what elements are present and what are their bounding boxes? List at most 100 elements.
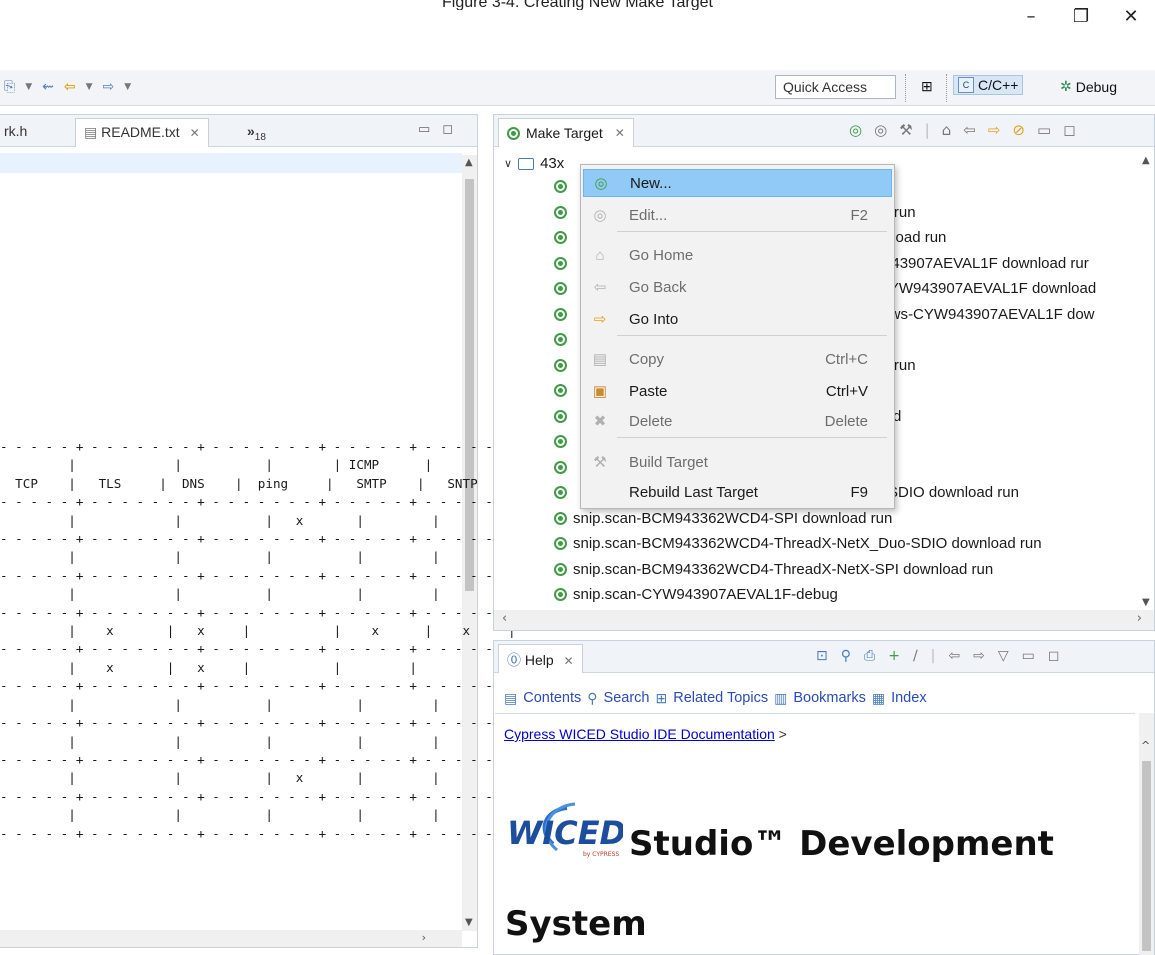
menu-item-shortcut: Delete: [824, 412, 868, 430]
scroll-thumb[interactable]: [1142, 761, 1151, 951]
chevron-down-icon[interactable]: ∨: [504, 157, 512, 170]
dropdown-icon[interactable]: ▼: [25, 82, 32, 92]
scroll-down-icon[interactable]: ▼: [1142, 597, 1150, 608]
toolbar-separator: [946, 74, 948, 102]
menu-item-go-back[interactable]: ⇦ Go Back: [583, 273, 892, 301]
breadcrumb-link[interactable]: Cypress WICED Studio IDE Documentation: [504, 726, 775, 742]
tab-readme[interactable]: ▤ README.txt ✕: [75, 118, 209, 147]
scroll-down-icon[interactable]: ▼: [465, 917, 473, 928]
target-vertical-scrollbar[interactable]: ▲ ▼: [1139, 153, 1154, 611]
nav-search[interactable]: Search: [604, 690, 650, 707]
help-vertical-scrollbar[interactable]: ^: [1139, 713, 1154, 955]
scroll-up-icon[interactable]: ^: [1141, 739, 1150, 752]
filter-icon[interactable]: ⊘: [1012, 121, 1025, 139]
tab-help[interactable]: ⓪ Help ✕: [498, 644, 583, 673]
highlight-icon[interactable]: ∕: [913, 648, 918, 664]
editor-panel-controls: ▭ ◻: [418, 122, 453, 137]
nav-contents[interactable]: Contents: [523, 690, 581, 707]
quick-access-field[interactable]: Quick Access: [775, 75, 896, 99]
target-row[interactable]: snip.scan-BCM943362WCD4-ThreadX-NetX-SPI…: [504, 557, 1134, 583]
make-target-icon: [554, 231, 567, 245]
menu-item-label: Build Target: [629, 453, 708, 471]
menu-separator: [617, 437, 887, 438]
minimize-panel-icon[interactable]: ▭: [418, 122, 430, 137]
menu-item-rebuild-last-target[interactable]: Rebuild Last Target F9: [583, 478, 892, 506]
make-target-icon: [554, 460, 567, 474]
make-target-icon: [554, 511, 567, 525]
back-arrow-icon[interactable]: ⇦: [948, 648, 960, 664]
edit-target-icon[interactable]: ◎: [874, 121, 887, 139]
back-dropdown-icon[interactable]: ▼: [86, 82, 93, 92]
menu-item-new[interactable]: ◎ New...: [583, 169, 892, 197]
menu-item-go-home[interactable]: ⌂ Go Home: [583, 241, 892, 269]
minimize-panel-icon[interactable]: ▭: [1022, 648, 1035, 664]
tab-close-icon[interactable]: ✕: [615, 126, 625, 140]
minimize-panel-icon[interactable]: ▭: [1037, 121, 1051, 139]
context-menu: ◎ New... ◎ Edit... F2 ⌂ Go Home ⇦ Go Back ⇨ Go Int…: [580, 164, 895, 509]
annotation-icon[interactable]: ⎘: [4, 79, 15, 95]
add-bookmark-icon[interactable]: +: [888, 648, 900, 664]
editor-horizontal-scrollbar[interactable]: ›: [0, 930, 462, 947]
tab-make-target[interactable]: Make Target ✕: [498, 118, 634, 147]
navigation-history-toolbar: ⎘ ▼ ⇜ ⇦ ▼ ⇨ ▼: [4, 79, 131, 95]
perspective-debug[interactable]: ✲ Debug: [1060, 78, 1117, 95]
breadcrumb: Cypress WICED Studio IDE Documentation >: [504, 726, 787, 742]
target-row[interactable]: snip.scan-BCM943362WCD4-SPI download run: [504, 506, 1134, 532]
home-icon: ⌂: [595, 246, 605, 264]
scroll-right-icon[interactable]: ›: [422, 931, 426, 944]
view-menu-icon[interactable]: ▽: [998, 648, 1009, 664]
menu-item-paste[interactable]: ▣ Paste Ctrl+V: [583, 377, 892, 405]
print-icon[interactable]: ⎙: [864, 648, 875, 664]
scroll-left-icon[interactable]: ‹: [502, 611, 507, 626]
minimize-icon[interactable]: –: [1023, 6, 1039, 27]
nav-index[interactable]: Index: [891, 690, 926, 707]
menu-item-copy[interactable]: ▤ Copy Ctrl+C: [583, 345, 892, 373]
menu-item-edit[interactable]: ◎ Edit... F2: [583, 201, 892, 229]
maximize-panel-icon[interactable]: ◻: [1048, 648, 1060, 664]
new-target-icon[interactable]: ◎: [849, 121, 862, 139]
perspective-debug-label: Debug: [1075, 78, 1117, 95]
tab-close-icon[interactable]: ✕: [190, 126, 200, 140]
nav-bookmarks[interactable]: Bookmarks: [793, 690, 866, 707]
menu-item-go-into[interactable]: ⇨ Go Into: [583, 305, 892, 333]
target-horizontal-scrollbar[interactable]: ‹ ›: [494, 610, 1154, 630]
forward-arrow-icon[interactable]: ⇨: [973, 648, 985, 664]
build-target-icon[interactable]: ⚒: [899, 121, 912, 139]
menu-item-build-target[interactable]: ⚒ Build Target: [583, 448, 892, 476]
target-row[interactable]: snip.scan-CYW943907AEVAL1F-debug: [504, 582, 1134, 608]
delete-icon: ✖: [593, 413, 607, 430]
link-icon[interactable]: ⚲: [841, 648, 851, 664]
scroll-right-icon[interactable]: ›: [1137, 611, 1142, 626]
nav-related-topics[interactable]: Related Topics: [673, 690, 768, 707]
target-row[interactable]: snip.scan-BCM943362WCD4-ThreadX-NetX_Duo…: [504, 531, 1134, 557]
text-file-icon: ▤: [84, 124, 98, 140]
new-target-icon: ◎: [594, 175, 608, 192]
home-icon[interactable]: ⌂: [942, 121, 952, 139]
scroll-up-icon[interactable]: ▲: [465, 157, 473, 168]
maximize-panel-icon[interactable]: ◻: [442, 122, 453, 137]
forward-dropdown-icon[interactable]: ▼: [124, 82, 131, 92]
target-label: snip.scan-BCM943362WCD4-ThreadX-NetX-SPI…: [573, 560, 994, 578]
open-perspective-icon[interactable]: ⊞: [921, 78, 933, 95]
show-in-contents-icon[interactable]: ⊡: [816, 648, 828, 664]
forward-arrow-icon[interactable]: ⇨: [103, 79, 115, 95]
search-icon: ⚲: [587, 690, 598, 706]
tab-close-icon[interactable]: ✕: [564, 654, 574, 668]
perspective-cpp[interactable]: C C/C++: [953, 75, 1024, 95]
maximize-panel-icon[interactable]: ◻: [1063, 121, 1075, 139]
menu-item-delete[interactable]: ✖ Delete Delete: [583, 407, 892, 435]
paste-icon: ▣: [592, 383, 608, 400]
last-edit-icon[interactable]: ⇜: [42, 79, 54, 95]
close-icon[interactable]: ✕: [1123, 6, 1139, 27]
tab-network-h[interactable]: rk.h: [4, 123, 27, 139]
doc-heading-line1: Studio™ Development: [629, 824, 1054, 864]
target-label: snip.scan-CYW943907AEVAL1F-debug: [573, 586, 838, 604]
back-arrow-icon[interactable]: ⇦: [963, 121, 976, 139]
back-arrow-icon[interactable]: ⇦: [64, 79, 76, 95]
scroll-up-icon[interactable]: ▲: [1142, 155, 1150, 166]
edit-target-icon: ◎: [593, 207, 607, 224]
forward-arrow-icon[interactable]: ⇨: [988, 121, 1001, 139]
tab-overflow[interactable]: »18: [247, 123, 266, 143]
toolbar-separator: [905, 74, 907, 102]
restore-icon[interactable]: ❐: [1073, 6, 1089, 27]
